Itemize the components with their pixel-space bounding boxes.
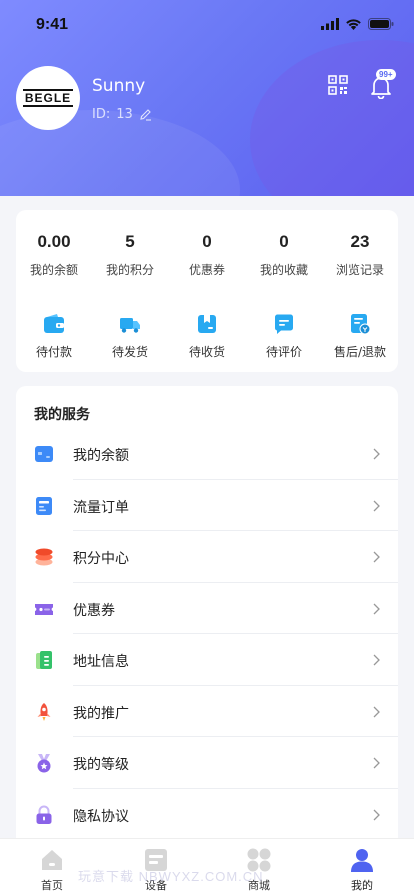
user-id-label: ID: — [92, 107, 111, 122]
status-bar: 9:41 — [0, 0, 414, 50]
edit-icon[interactable] — [139, 108, 152, 121]
tab-label: 首页 — [41, 879, 63, 892]
service-item-promotion[interactable]: 我的推广 — [16, 686, 398, 737]
stat-label: 我的余额 — [29, 263, 78, 277]
stat-coupons[interactable]: 0 优惠券 — [169, 232, 245, 278]
service-label: 地址信息 — [73, 654, 129, 670]
rocket-icon — [37, 702, 51, 721]
header-decoration — [250, 40, 414, 196]
coins-icon — [35, 548, 53, 566]
order-list-icon — [36, 496, 52, 515]
chevron-right-icon — [373, 500, 380, 511]
notification-badge: 99+ — [376, 69, 396, 80]
tab-home[interactable]: 首页 — [22, 847, 82, 893]
chevron-right-icon — [373, 448, 380, 460]
user-name: Sunny — [92, 76, 146, 96]
order-label: 售后/退款 — [333, 345, 387, 359]
chevron-right-icon — [373, 706, 380, 717]
stat-history[interactable]: 23 浏览记录 — [322, 232, 398, 278]
stat-value: 0.00 — [37, 232, 71, 251]
order-label: 待付款 — [35, 345, 72, 359]
medal-icon — [37, 754, 51, 773]
qr-code-icon[interactable] — [328, 75, 348, 95]
chevron-right-icon — [373, 551, 380, 563]
stat-points[interactable]: 5 我的积分 — [92, 232, 168, 278]
wallet-icon — [44, 314, 64, 333]
service-item-points-center[interactable]: 积分中心 — [16, 531, 398, 583]
address-book-icon — [36, 651, 52, 669]
stat-label: 我的收藏 — [259, 263, 308, 277]
service-label: 我的余额 — [73, 448, 129, 464]
order-after-sale[interactable]: 售后/退款 — [322, 313, 398, 360]
ticket-icon — [35, 603, 53, 615]
stat-label: 我的积分 — [105, 263, 154, 277]
service-label: 优惠券 — [73, 602, 115, 619]
package-icon — [198, 315, 216, 333]
battery-icon — [368, 18, 394, 30]
services-title: 我的服务 — [34, 407, 90, 423]
order-pending-shipment[interactable]: 待发货 — [92, 313, 168, 360]
tab-label: 我的 — [351, 879, 373, 892]
user-id: ID: 13 — [92, 107, 152, 122]
account-summary-card: 0.00 我的余额 5 我的积分 0 优惠券 0 我的收藏 23 浏览记录 待付… — [16, 210, 398, 372]
lock-icon — [36, 805, 52, 824]
tab-mine[interactable]: 我的 — [332, 847, 392, 893]
stat-label: 浏览记录 — [335, 263, 384, 277]
wifi-icon — [346, 19, 361, 30]
signal-icon — [321, 18, 339, 30]
stat-balance[interactable]: 0.00 我的余额 — [16, 232, 92, 278]
chevron-right-icon — [373, 654, 380, 666]
stat-value: 0 — [202, 232, 212, 251]
stat-label: 优惠券 — [188, 263, 225, 277]
order-pending-review[interactable]: 待评价 — [246, 313, 322, 360]
comment-icon — [274, 314, 293, 334]
service-item-coupons[interactable]: 优惠券 — [16, 583, 398, 634]
services-card: 我的服务 我的余额 流量订单 积分中心 优惠券 地址信息 我的推广 我的等级 隐… — [16, 386, 398, 856]
stat-favorites[interactable]: 0 我的收藏 — [246, 232, 322, 278]
chevron-right-icon — [373, 603, 380, 614]
user-id-value: 13 — [116, 107, 133, 122]
stat-value: 0 — [279, 232, 289, 251]
status-time: 9:41 — [36, 16, 69, 33]
service-label: 我的推广 — [73, 705, 129, 722]
order-label: 待发货 — [111, 345, 148, 359]
chevron-right-icon — [373, 809, 380, 820]
service-item-level[interactable]: 我的等级 — [16, 737, 398, 789]
home-icon — [42, 850, 62, 870]
service-label: 我的等级 — [73, 757, 129, 773]
service-item-balance[interactable]: 我的余额 — [16, 428, 398, 480]
stat-value: 5 — [125, 232, 135, 251]
refund-icon — [351, 314, 371, 335]
watermark: 玩意下载 NBWYXZ.COM.CN — [78, 869, 264, 884]
service-item-privacy[interactable]: 隐私协议 — [16, 789, 398, 840]
avatar[interactable]: BEGLE — [16, 66, 80, 130]
service-label: 隐私协议 — [73, 808, 129, 825]
order-pending-payment[interactable]: 待付款 — [16, 313, 92, 360]
service-label: 流量订单 — [73, 499, 129, 516]
order-label: 待收货 — [188, 345, 225, 359]
service-item-traffic-orders[interactable]: 流量订单 — [16, 480, 398, 531]
service-label: 积分中心 — [73, 551, 129, 567]
truck-icon — [120, 318, 140, 333]
user-icon — [351, 849, 373, 872]
chevron-right-icon — [373, 757, 380, 769]
order-label: 待评价 — [265, 345, 302, 359]
stat-value: 23 — [350, 232, 370, 251]
order-pending-receipt[interactable]: 待收货 — [169, 313, 245, 360]
balance-card-icon — [35, 446, 53, 462]
service-item-address[interactable]: 地址信息 — [16, 634, 398, 686]
avatar-logo: BEGLE — [22, 89, 74, 107]
